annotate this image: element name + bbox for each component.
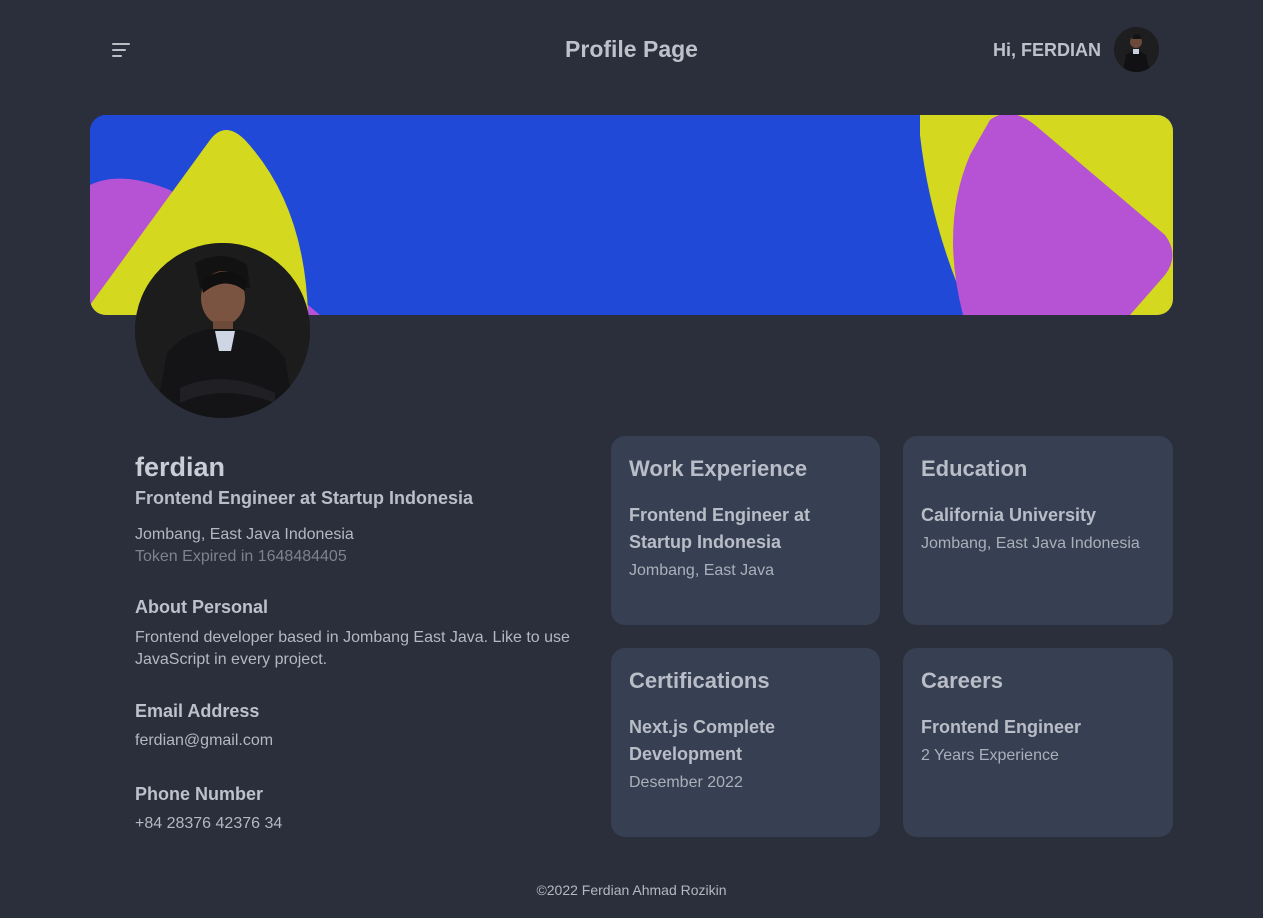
phone-title: Phone Number [135, 784, 264, 804]
card-main: Frontend Engineer [921, 717, 1082, 737]
card-sub: Jombang, East Java [629, 562, 774, 579]
profile-photo [135, 243, 310, 418]
profile-role: Frontend Engineer at Startup Indonesia [135, 488, 474, 508]
card-title: Certifications [629, 668, 770, 693]
top-navbar: Profile Page Hi, FERDIAN [0, 0, 1263, 100]
card-title: Careers [921, 668, 1003, 693]
education-card: Education California University Jombang,… [903, 436, 1173, 625]
card-sub: Jombang, East Java Indonesia [921, 535, 1140, 552]
about-text: Frontend developer based in Jombang East… [135, 629, 570, 668]
card-main: Next.js Complete Development [629, 717, 776, 764]
about-title: About Personal [135, 597, 269, 617]
footer-copyright: ©2022 Ferdian Ahmad Rozikin [536, 882, 727, 898]
profile-location: Jombang, East Java Indonesia [135, 526, 354, 543]
card-title: Education [921, 456, 1028, 481]
profile-info: ferdian Frontend Engineer at Startup Ind… [135, 450, 605, 835]
careers-card: Careers Frontend Engineer 2 Years Experi… [903, 648, 1173, 837]
person-photo-icon [135, 243, 310, 418]
about-section: About Personal Frontend developer based … [135, 597, 605, 671]
card-sub: 2 Years Experience [921, 747, 1059, 764]
email-title: Email Address [135, 701, 260, 721]
email-value: ferdian@gmail.com [135, 732, 274, 749]
avatar-person-icon [1114, 27, 1159, 72]
card-main: Frontend Engineer at Startup Indonesia [629, 505, 811, 552]
email-section: Email Address ferdian@gmail.com [135, 701, 605, 752]
user-greeting: Hi, FERDIAN [993, 40, 1101, 60]
phone-value: +84 28376 42376 34 [135, 815, 283, 832]
work-experience-card: Work Experience Frontend Engineer at Sta… [611, 436, 880, 625]
certifications-card: Certifications Next.js Complete Developm… [611, 648, 880, 837]
user-avatar[interactable] [1114, 27, 1159, 72]
card-sub: Desember 2022 [629, 774, 743, 791]
card-title: Work Experience [629, 456, 808, 481]
card-main: California University [921, 505, 1097, 525]
profile-name: ferdian [135, 452, 226, 482]
phone-section: Phone Number +84 28376 42376 34 [135, 784, 605, 835]
token-expiry: Token Expired in 1648484405 [135, 548, 347, 565]
